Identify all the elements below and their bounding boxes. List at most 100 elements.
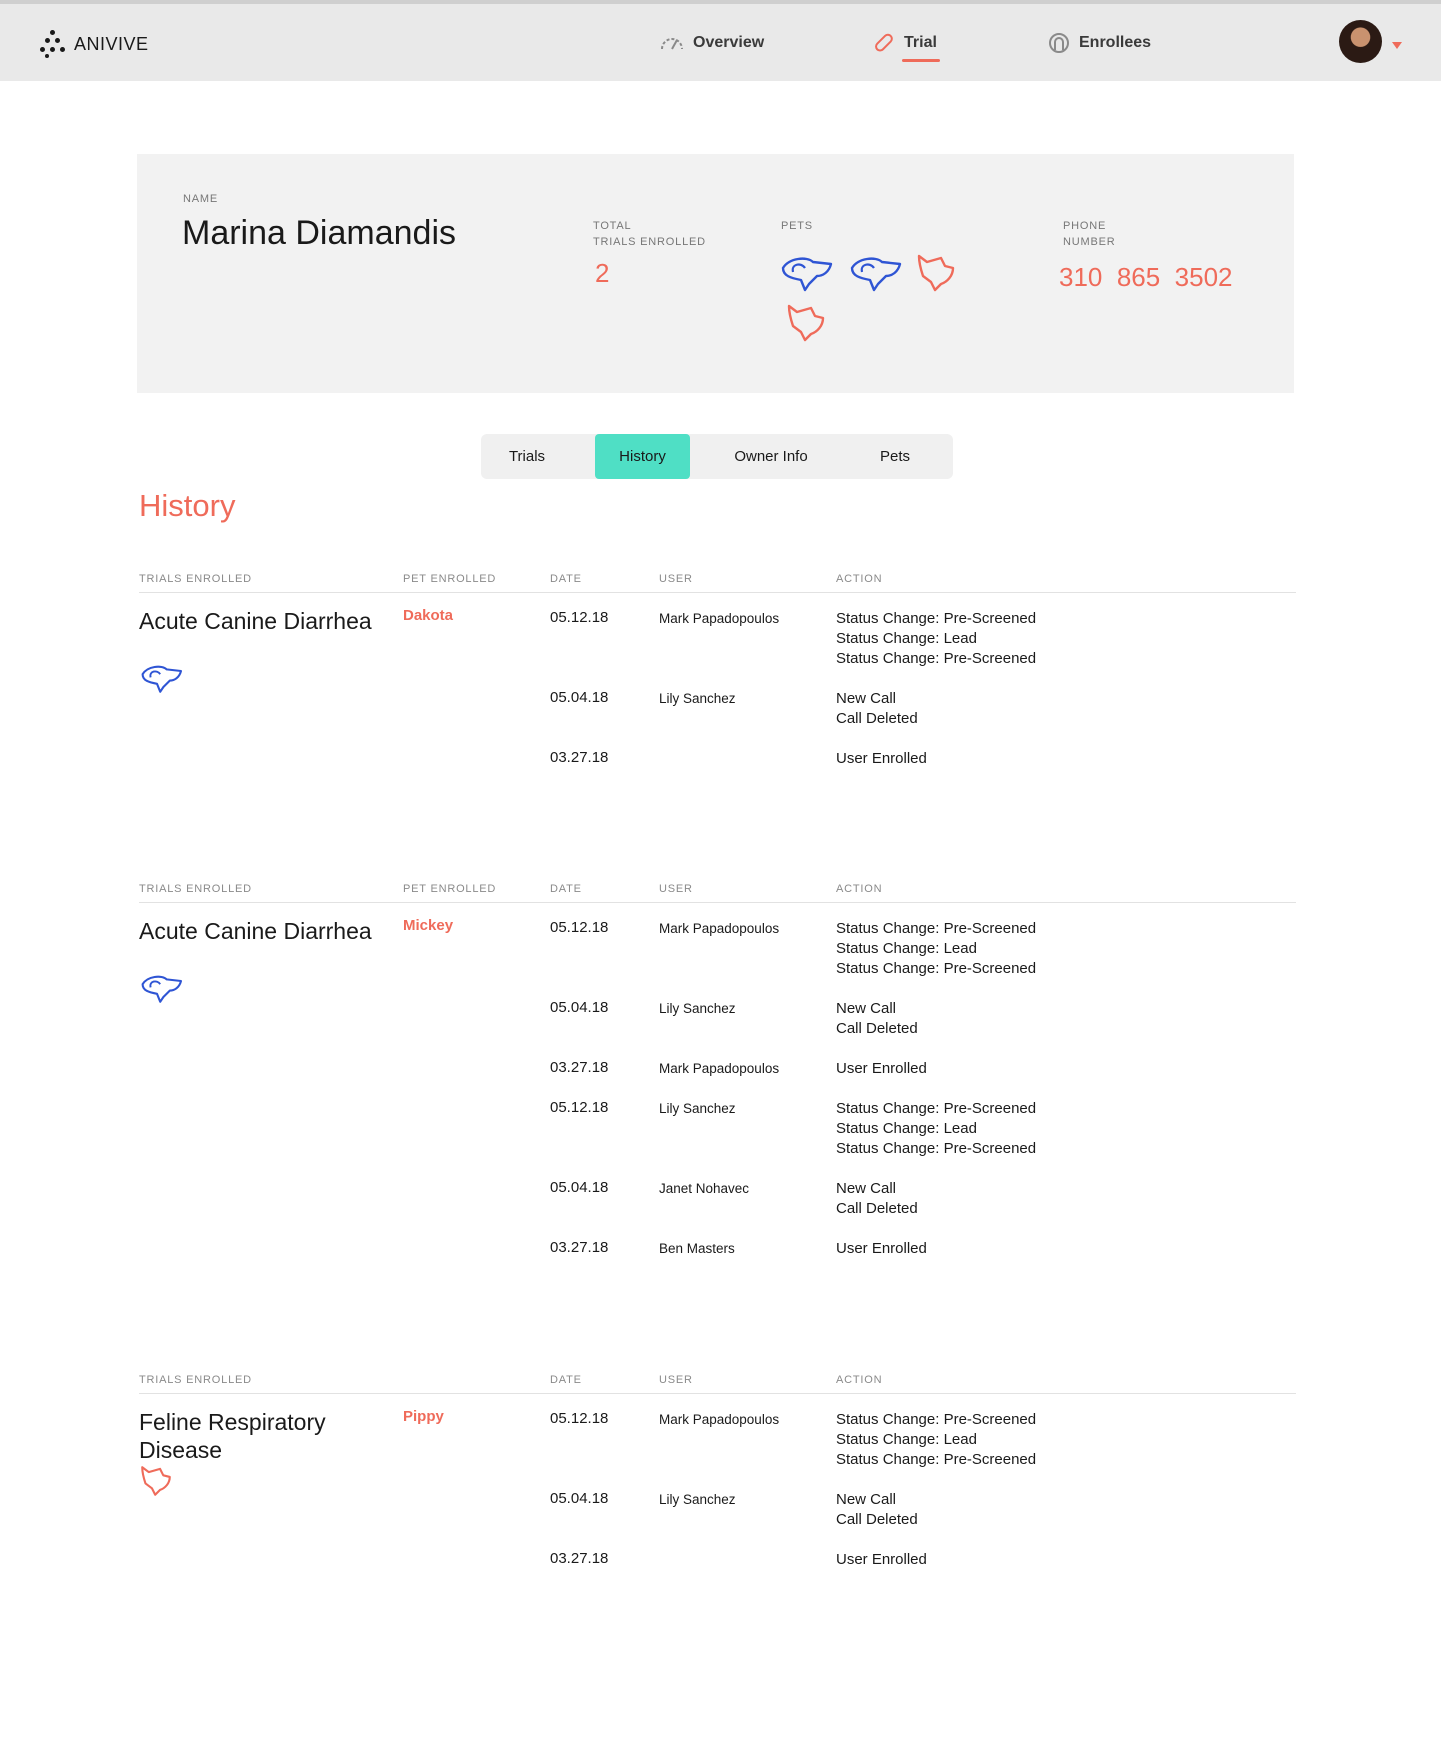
row-date: 03.27.18	[550, 1239, 609, 1256]
action-item: New Call	[836, 1491, 897, 1508]
row-actions: Status Change: Pre-Screened Status Change…	[836, 919, 1036, 979]
cat-icon[interactable]	[915, 252, 957, 294]
row-date: 03.27.18	[550, 1059, 609, 1076]
action-item: Call Deleted	[836, 1511, 918, 1528]
row-date: 05.04.18	[550, 689, 609, 706]
action-item: Status Change: Pre-Screened	[836, 650, 1037, 667]
row-date: 05.12.18	[550, 919, 609, 936]
action-item: Call Deleted	[836, 1020, 918, 1037]
logo-dots-icon	[40, 30, 66, 58]
col-date: DATE	[550, 573, 582, 585]
user-avatar[interactable]	[1339, 20, 1382, 63]
col-trials-enrolled: TRIALS ENROLLED	[139, 1374, 252, 1386]
action-item: User Enrolled	[836, 1240, 927, 1257]
trial-name[interactable]: Acute Canine Diarrhea	[139, 917, 379, 945]
col-user: USER	[659, 883, 693, 895]
nav-trial-label: Trial	[904, 33, 937, 51]
action-item: Status Change: Pre-Screened	[836, 920, 1037, 937]
row-actions: New Call Call Deleted	[836, 1179, 918, 1219]
row-user: Mark Papadopoulos	[659, 1061, 780, 1076]
action-item: New Call	[836, 1180, 897, 1197]
top-navigation-bar: ANIVIVE Overview Trial Enrollees	[0, 0, 1441, 81]
chevron-down-icon[interactable]	[1392, 42, 1402, 49]
dog-icon	[139, 973, 183, 1010]
action-item: Status Change: Pre-Screened	[836, 960, 1037, 977]
tab-owner-info[interactable]: Owner Info	[701, 434, 841, 479]
cat-icon[interactable]	[785, 302, 827, 344]
phone-label: PHONE NUMBER	[1063, 220, 1116, 248]
row-user: Mark Papadopoulos	[659, 921, 780, 936]
action-item: User Enrolled	[836, 1551, 927, 1568]
action-item: Status Change: Lead	[836, 1120, 977, 1137]
col-trials-enrolled: TRIALS ENROLLED	[139, 573, 252, 585]
row-date: 05.04.18	[550, 1490, 609, 1507]
row-user: Lily Sanchez	[659, 691, 736, 706]
trial-name[interactable]: Feline Respiratory Disease	[139, 1408, 379, 1464]
col-action: ACTION	[836, 883, 883, 895]
row-user: Lily Sanchez	[659, 1492, 736, 1507]
tab-trials[interactable]: Trials	[481, 434, 573, 479]
row-date: 05.12.18	[550, 1099, 609, 1116]
col-date: DATE	[550, 883, 582, 895]
pet-name-link[interactable]: Dakota	[403, 607, 453, 624]
row-date: 03.27.18	[550, 1550, 609, 1567]
dog-icon[interactable]	[848, 254, 902, 294]
row-user: Ben Masters	[659, 1241, 735, 1256]
action-item: Status Change: Lead	[836, 1431, 977, 1448]
action-item: New Call	[836, 690, 897, 707]
row-actions: New Call Call Deleted	[836, 1490, 918, 1530]
trial-name[interactable]: Acute Canine Diarrhea	[139, 607, 379, 635]
dog-icon[interactable]	[779, 254, 833, 294]
row-actions: User Enrolled	[836, 1550, 927, 1570]
nav-enrollees[interactable]: Enrollees	[1048, 4, 1151, 81]
action-item: Status Change: Pre-Screened	[836, 610, 1037, 627]
pets-label: PETS	[781, 220, 813, 232]
owner-name: Marina Diamandis	[182, 214, 456, 252]
row-user: Janet Nohavec	[659, 1181, 750, 1196]
action-item: Status Change: Lead	[836, 940, 977, 957]
pet-name-link[interactable]: Mickey	[403, 917, 453, 934]
row-date: 05.12.18	[550, 1410, 609, 1427]
total-trials-value: 2	[595, 258, 610, 288]
brand-logo[interactable]: ANIVIVE	[40, 30, 149, 58]
brand-name: ANIVIVE	[74, 33, 149, 54]
row-date: 05.04.18	[550, 999, 609, 1016]
col-date: DATE	[550, 1374, 582, 1386]
action-item: New Call	[836, 1000, 897, 1017]
action-item: Status Change: Lead	[836, 630, 977, 647]
action-item: Status Change: Pre-Screened	[836, 1140, 1037, 1157]
owner-profile-card: NAME Marina Diamandis TOTAL TRIALS ENROL…	[137, 154, 1294, 393]
history-title: History	[139, 488, 236, 523]
col-user: USER	[659, 1374, 693, 1386]
action-item: Status Change: Pre-Screened	[836, 1451, 1037, 1468]
nav-overview[interactable]: Overview	[660, 4, 764, 81]
history-table-header: TRIALS ENROLLED PET ENROLLED DATE USER ACTIO…	[139, 571, 1296, 593]
row-actions: User Enrolled	[836, 1059, 927, 1079]
col-trials-enrolled: TRIALS ENROLLED	[139, 883, 252, 895]
tab-history[interactable]: History	[595, 434, 690, 479]
row-user: Mark Papadopoulos	[659, 611, 780, 626]
row-actions: Status Change: Pre-Screened Status Change…	[836, 1099, 1036, 1159]
tab-pets[interactable]: Pets	[849, 434, 941, 479]
pet-name-link[interactable]: Pippy	[403, 1408, 444, 1425]
dog-icon	[139, 663, 183, 700]
nav-trial[interactable]: Trial	[875, 4, 937, 81]
action-item: Status Change: Pre-Screened	[836, 1100, 1037, 1117]
col-pet-enrolled: PET ENROLLED	[403, 573, 497, 585]
action-item: Status Change: Pre-Screened	[836, 1411, 1037, 1428]
history-table-header: TRIALS ENROLLED DATE USER ACTION	[139, 1372, 1296, 1394]
col-action: ACTION	[836, 1374, 883, 1386]
pill-icon	[875, 33, 893, 52]
row-user: Lily Sanchez	[659, 1001, 736, 1016]
row-user: Mark Papadopoulos	[659, 1412, 780, 1427]
action-item: Call Deleted	[836, 1200, 918, 1217]
row-actions: User Enrolled	[836, 749, 927, 769]
col-pet-enrolled: PET ENROLLED	[403, 883, 497, 895]
active-nav-indicator	[902, 59, 940, 62]
row-actions: User Enrolled	[836, 1239, 927, 1259]
row-actions: New Call Call Deleted	[836, 689, 918, 729]
nav-overview-label: Overview	[693, 33, 765, 51]
action-item: User Enrolled	[836, 1060, 927, 1077]
cat-icon	[139, 1464, 173, 1503]
history-table-header: TRIALS ENROLLED PET ENROLLED DATE USER ACTIO…	[139, 881, 1296, 903]
